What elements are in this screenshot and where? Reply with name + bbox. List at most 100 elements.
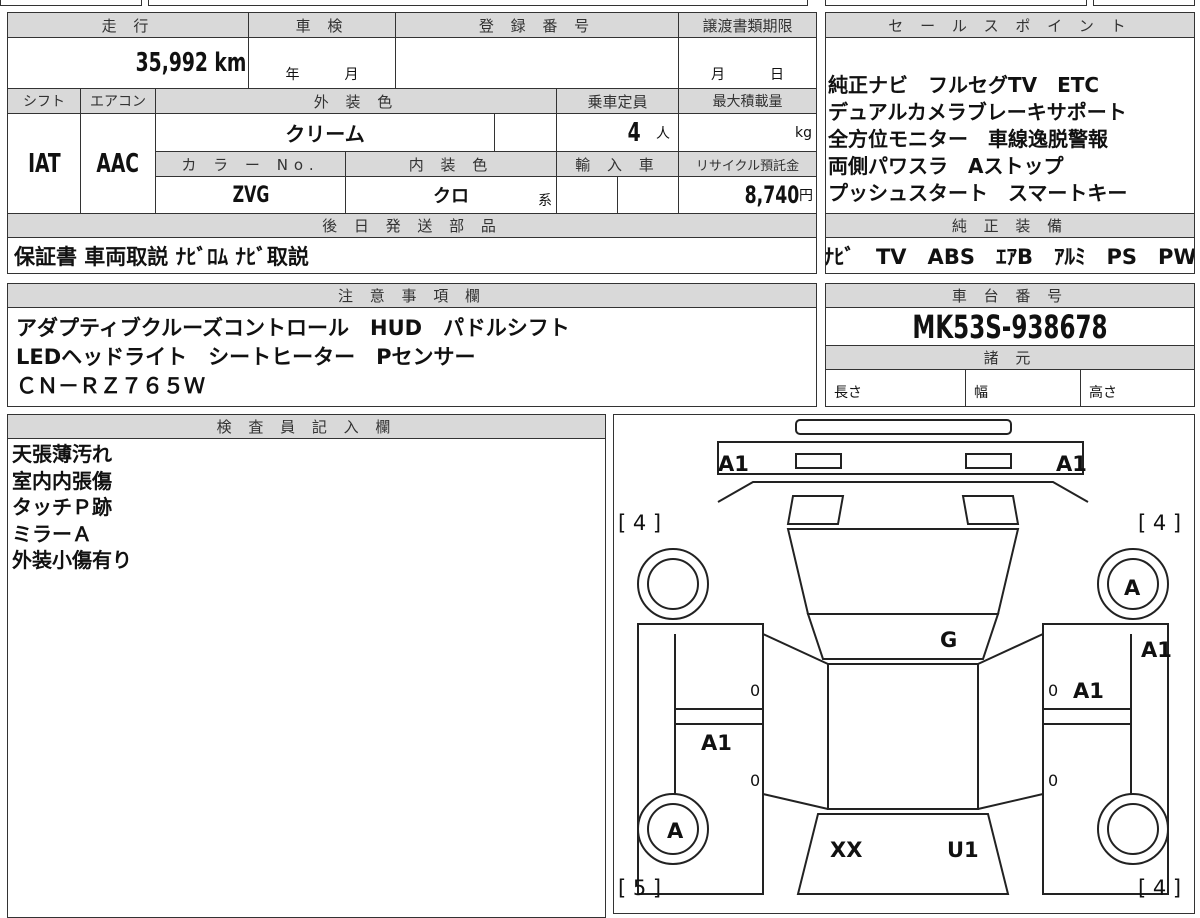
top-cell	[825, 0, 1087, 6]
notes-cell: アダプティブクルーズコントロール HUD パドルシフト LEDヘッドライト シート…	[7, 307, 817, 407]
sales-point: 純正ナビ フルセグTV ETC	[828, 73, 1100, 97]
max-load-unit: kg	[795, 124, 812, 141]
sales-point: 両側パワスラ Aストップ	[828, 154, 1064, 178]
mileage-value: 35,992 km	[135, 48, 246, 78]
tire-rr: [ 4 ]	[1138, 876, 1182, 900]
top-cell	[148, 0, 808, 6]
mark-roof: G	[940, 628, 958, 652]
mark-rear-left: XX	[830, 838, 863, 862]
top-cell	[1093, 0, 1195, 6]
inspector-note: 室内内張傷	[12, 468, 112, 493]
aircon-label: エアコン	[80, 88, 156, 114]
inspection-label: 車 検	[248, 12, 396, 38]
mark-zero: 0	[750, 681, 761, 700]
notes-label: 注 意 事 項 欄	[7, 283, 817, 308]
capacity-unit: 人	[656, 125, 670, 142]
later-parts-label: 後 日 発 送 部 品	[7, 213, 817, 238]
capacity-label: 乗車定員	[556, 88, 679, 114]
import-label: 輸 入 車	[556, 151, 679, 177]
interior-color-cell: クロ 系	[345, 176, 557, 214]
recycle-label: リサイクル預託金	[678, 151, 817, 177]
top-cell	[0, 0, 142, 6]
exterior-color-label: 外 装 色	[155, 88, 557, 114]
recycle-value: 8,740	[744, 181, 799, 209]
color-no-cell: ZVG	[155, 176, 346, 214]
genuine-equipment-cell: ﾅﾋﾞ TV ABS ｴｱB ｱﾙﾐ PS PW	[825, 237, 1195, 274]
inspector-note: ミラーＡ	[12, 521, 92, 546]
height-label: 高さ	[1089, 385, 1117, 401]
day-label: 日	[770, 67, 784, 83]
transfer-deadline-label: 譲渡書類期限	[678, 12, 817, 38]
interior-suffix: 系	[538, 193, 552, 209]
mark-wheel-rl: A	[667, 819, 684, 843]
genuine-equipment-label: 純 正 装 備	[825, 213, 1195, 238]
registration-cell	[395, 37, 679, 89]
exterior-color-cell: クリーム	[155, 113, 495, 152]
tire-rl: [ 5 ]	[618, 876, 662, 900]
max-load-label: 最大積載量	[678, 88, 817, 114]
transfer-cell: 月日	[678, 37, 817, 89]
recycle-cell: 8,740 円	[678, 176, 817, 214]
mark-wheel-fr: A	[1124, 576, 1141, 600]
inspector-list: 天張薄汚れ 室内内張傷 タッチＰ跡 ミラーＡ 外装小傷有り	[12, 441, 132, 574]
max-load-cell: kg	[678, 113, 817, 152]
tire-fl: [ 4 ]	[618, 511, 662, 535]
inspector-note: 外装小傷有り	[12, 548, 132, 572]
inspector-label: 検 査 員 記 入 欄	[7, 414, 606, 439]
note-line: アダプティブクルーズコントロール HUD パドルシフト	[16, 316, 570, 340]
capacity-cell: 4人	[556, 113, 679, 152]
inspection-cell: 年月	[248, 37, 396, 89]
genuine-equipment-value: ﾅﾋﾞ TV ABS ｴｱB ｱﾙﾐ PS PW	[825, 244, 1195, 269]
mark-rear-right: U1	[947, 838, 979, 862]
mark-front-left: A1	[718, 452, 749, 476]
car-diagram: A1 A1 [ 4 ] [ 4 ] A G A1 A1 A1 0 0 0 0 A…	[613, 414, 1195, 914]
note-line: LEDヘッドライト シートヒーター Pセンサー	[16, 345, 476, 369]
color-no-value: ZVG	[232, 182, 269, 208]
inspector-cell: 天張薄汚れ 室内内張傷 タッチＰ跡 ミラーＡ 外装小傷有り	[7, 438, 606, 918]
mileage-cell: 35,992 km	[7, 37, 249, 89]
height-cell: 高さ	[1080, 369, 1195, 407]
mileage-label: 走 行	[7, 12, 249, 38]
shift-label: シフト	[7, 88, 81, 114]
blank-cell	[494, 113, 557, 152]
color-no-label: カ ラ ー No.	[155, 151, 346, 177]
sales-points-cell: 純正ナビ フルセグTV ETC デュアルカメラブレーキサポート 全方位モニター 車線…	[825, 37, 1195, 214]
mark-right-fender: A1	[1141, 638, 1172, 662]
shift-cell: IAT	[7, 113, 81, 214]
mark-right-door: A1	[1073, 679, 1104, 703]
exterior-color-value: クリーム	[285, 122, 365, 146]
car-outline	[637, 419, 1169, 895]
notes-list: アダプティブクルーズコントロール HUD パドルシフト LEDヘッドライト シート…	[16, 314, 570, 401]
specs-label: 諸 元	[825, 345, 1195, 370]
mark-zero: 0	[750, 771, 761, 790]
month-label: 月	[711, 67, 725, 83]
chassis-number: MK53S-938678	[912, 307, 1108, 346]
sales-point: デュアルカメラブレーキサポート	[828, 100, 1127, 124]
capacity-value: 4	[627, 117, 641, 148]
year-label: 年	[285, 67, 300, 83]
sales-points-label: セ ー ル ス ポ イ ン ト	[825, 12, 1195, 38]
aircon-cell: AAC	[80, 113, 156, 214]
month-label: 月	[344, 67, 359, 83]
tire-fr: [ 4 ]	[1138, 511, 1182, 535]
import-cell	[556, 176, 618, 214]
chassis-cell: MK53S-938678	[825, 307, 1195, 346]
shift-value: IAT	[27, 148, 61, 179]
sales-point: プッシュスタート スマートキー	[828, 181, 1128, 205]
width-label: 幅	[974, 385, 988, 401]
recycle-unit: 円	[799, 188, 813, 204]
length-cell: 長さ	[825, 369, 966, 407]
import-cell	[617, 176, 679, 214]
inspector-note: 天張薄汚れ	[12, 442, 112, 466]
interior-color-value: クロ	[433, 186, 469, 207]
mark-left-rear-door: A1	[701, 731, 732, 755]
aircon-value: AAC	[96, 148, 140, 179]
mark-zero: 0	[1048, 771, 1059, 790]
mark-front-right: A1	[1056, 452, 1087, 476]
later-parts-value: 保証書 車両取説 ﾅﾋﾞﾛﾑ ﾅﾋﾞ取説	[14, 244, 309, 269]
width-cell: 幅	[965, 369, 1081, 407]
note-line: ＣＮ－ＲＺ７６５Ｗ	[16, 374, 205, 398]
interior-color-label: 内 装 色	[345, 151, 557, 177]
inspector-note: タッチＰ跡	[12, 495, 112, 519]
later-parts-cell: 保証書 車両取説 ﾅﾋﾞﾛﾑ ﾅﾋﾞ取説	[7, 237, 817, 274]
